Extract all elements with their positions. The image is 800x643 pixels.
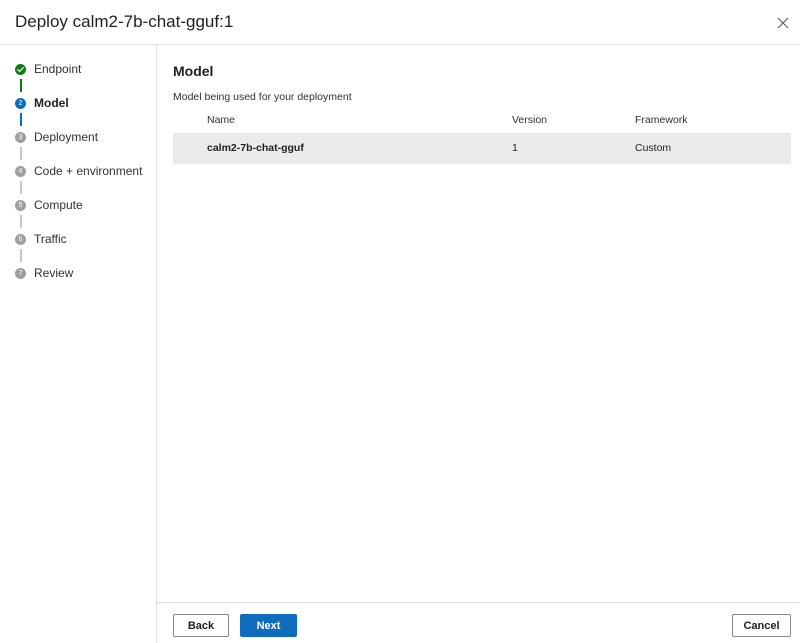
dialog-title: Deploy calm2-7b-chat-gguf:1 xyxy=(15,12,234,31)
deploy-dialog: Deploy calm2-7b-chat-gguf:1 Endpoint 2 M… xyxy=(0,0,800,643)
step-label: Traffic xyxy=(34,232,67,246)
checkmark-icon xyxy=(15,63,26,75)
step-label: Review xyxy=(34,266,74,280)
step-review[interactable]: 7 Review xyxy=(15,263,73,283)
main-content: Model Model being used for your deployme… xyxy=(157,45,800,602)
next-button[interactable]: Next xyxy=(240,614,297,637)
wizard-steps: Endpoint 2 Model 3 Deployment 4 Code + e… xyxy=(0,45,157,643)
step-connector xyxy=(20,181,22,194)
step-number-badge: 5 xyxy=(15,199,26,211)
model-framework-cell: Custom xyxy=(635,142,672,154)
step-connector xyxy=(20,147,22,160)
step-endpoint[interactable]: Endpoint xyxy=(15,59,81,79)
cancel-button[interactable]: Cancel xyxy=(732,614,791,637)
step-number-badge: 7 xyxy=(15,267,26,279)
model-table: Name Version Framework calm2-7b-chat-ggu… xyxy=(173,109,791,164)
close-button[interactable] xyxy=(774,14,792,32)
step-number-badge: 3 xyxy=(15,131,26,143)
step-compute[interactable]: 5 Compute xyxy=(15,195,83,215)
step-connector xyxy=(20,215,22,228)
step-label: Endpoint xyxy=(34,62,82,76)
step-label: Model xyxy=(34,96,69,110)
step-deployment[interactable]: 3 Deployment xyxy=(15,127,98,147)
column-header-framework[interactable]: Framework xyxy=(635,114,688,126)
step-connector xyxy=(20,79,22,92)
step-label: Compute xyxy=(34,198,83,212)
step-connector xyxy=(20,249,22,262)
step-number-badge: 4 xyxy=(15,165,26,177)
table-header: Name Version Framework xyxy=(173,109,791,133)
section-description: Model being used for your deployment xyxy=(173,91,352,103)
step-label: Deployment xyxy=(34,130,99,144)
section-title: Model xyxy=(173,63,214,79)
step-code-environment[interactable]: 4 Code + environment xyxy=(15,161,142,181)
model-name-cell: calm2-7b-chat-gguf xyxy=(207,142,304,154)
column-header-version[interactable]: Version xyxy=(512,114,547,126)
column-header-name[interactable]: Name xyxy=(207,114,235,126)
step-label: Code + environment xyxy=(34,164,143,178)
step-model[interactable]: 2 Model xyxy=(15,93,69,113)
back-button[interactable]: Back xyxy=(173,614,229,637)
model-version-cell: 1 xyxy=(512,142,518,154)
close-icon xyxy=(777,17,789,29)
step-number-badge: 6 xyxy=(15,233,26,245)
table-row[interactable]: calm2-7b-chat-gguf 1 Custom xyxy=(173,133,791,164)
step-traffic[interactable]: 6 Traffic xyxy=(15,229,67,249)
dialog-header: Deploy calm2-7b-chat-gguf:1 xyxy=(0,0,800,45)
step-number-badge: 2 xyxy=(15,97,26,109)
step-connector xyxy=(20,113,22,126)
dialog-footer: Back Next Cancel xyxy=(157,602,800,643)
